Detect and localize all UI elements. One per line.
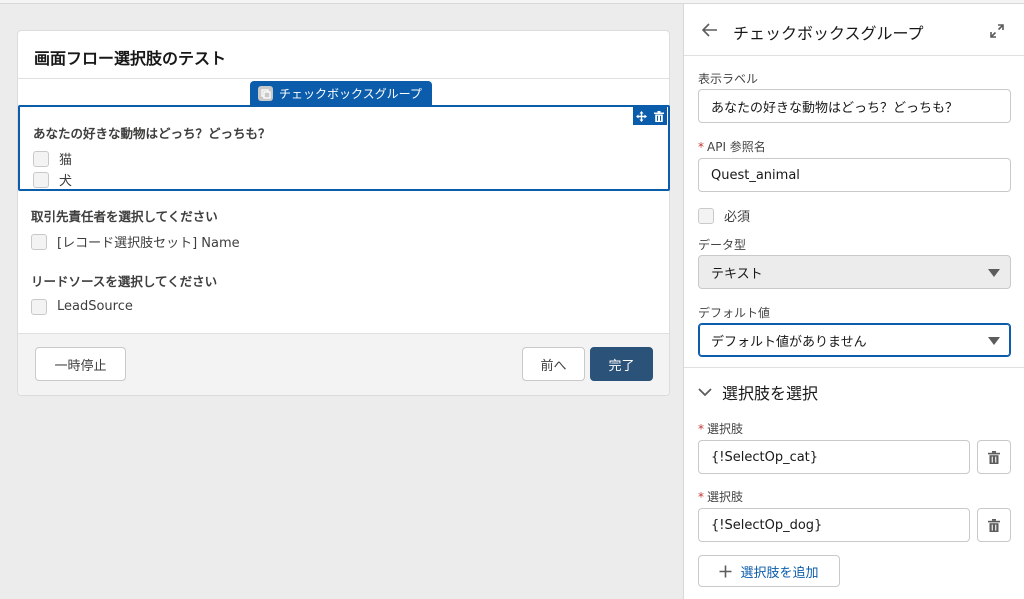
api-name-label-text: API 参照名 [707, 140, 766, 154]
selected-component-tag-label: チェックボックスグループ [279, 87, 422, 101]
add-choice-button[interactable]: 選択肢を追加 [698, 555, 840, 587]
option-dog[interactable]: 犬 [33, 169, 271, 190]
previous-button[interactable]: 前へ [522, 347, 585, 381]
animal-question: あなたの好きな動物はどっち？どっちも？ 猫 犬 [33, 123, 271, 190]
checkbox-group-icon [258, 86, 273, 101]
checkbox[interactable] [31, 298, 47, 315]
choice-2-input[interactable]: {!SelectOp_dog} [698, 508, 970, 542]
required-star: * [698, 490, 704, 504]
delete-choice-1-button[interactable] [977, 440, 1011, 474]
expand-icon[interactable] [990, 23, 1004, 42]
component-actions [633, 107, 667, 125]
plus-icon [719, 565, 732, 577]
move-icon[interactable] [636, 107, 648, 126]
lead-source-question: リードソースを選択してください LeadSource [31, 271, 217, 317]
trash-icon [988, 518, 1000, 532]
checkbox[interactable] [33, 150, 49, 167]
default-value-label: デフォルト値 [698, 306, 771, 320]
panel-header: チェックボックスグループ [684, 4, 1024, 56]
contact-question-label: 取引先責任者を選択してください [31, 209, 218, 224]
option-lead-source[interactable]: LeadSource [31, 296, 217, 317]
caret-down-icon [988, 269, 1000, 277]
display-label-input[interactable]: あなたの好きな動物はどっち？どっちも？ [698, 89, 1011, 123]
finish-button[interactable]: 完了 [590, 347, 653, 381]
trash-icon[interactable] [653, 107, 664, 126]
delete-choice-2-button[interactable] [977, 508, 1011, 542]
trash-icon [988, 450, 1000, 464]
required-row[interactable]: 必須 [698, 206, 750, 225]
option-cat[interactable]: 猫 [33, 148, 271, 169]
default-value-select[interactable]: デフォルト値がありません [698, 323, 1011, 357]
data-type-label: データ型 [698, 238, 747, 252]
screen-card: 画面フロー選択肢のテスト チェックボックスグループ あなたの好きな動物はどっち？… [17, 30, 670, 396]
display-label-value: あなたの好きな動物はどっち？どっちも？ [711, 100, 959, 116]
header-divider [18, 78, 669, 79]
api-name-input[interactable]: Quest_animal [698, 158, 1011, 192]
flow-canvas: 画面フロー選択肢のテスト チェックボックスグループ あなたの好きな動物はどっち？… [0, 4, 683, 599]
choice-1-label: * 選択肢 [698, 420, 743, 437]
selected-component-tag[interactable]: チェックボックスグループ [250, 81, 432, 106]
required-star: * [698, 422, 704, 436]
checkbox[interactable] [31, 233, 47, 250]
chevron-down-icon [698, 387, 712, 396]
back-arrow-icon[interactable] [701, 22, 718, 41]
option-label: LeadSource [57, 299, 133, 314]
choice-label-text: 選択肢 [707, 422, 744, 436]
choice-1-input[interactable]: {!SelectOp_cat} [698, 440, 970, 474]
animal-question-label: あなたの好きな動物はどっち？どっちも？ [33, 126, 271, 141]
checkbox[interactable] [33, 171, 49, 188]
default-value-value: デフォルト値がありません [711, 334, 867, 350]
contact-question: 取引先責任者を選択してください [レコード選択肢セット] Name [31, 206, 240, 252]
data-type-select[interactable]: テキスト [698, 255, 1011, 289]
screen-title: 画面フロー選択肢のテスト [34, 49, 227, 68]
property-panel: チェックボックスグループ 表示ラベル あなたの好きな動物はどっち？どっちも？ *… [683, 4, 1024, 599]
choice-label-text: 選択肢 [707, 490, 744, 504]
api-name-value: Quest_animal [711, 167, 800, 183]
caret-down-icon [988, 337, 1000, 345]
choices-section-toggle[interactable]: 選択肢を選択 [698, 380, 818, 404]
pause-button[interactable]: 一時停止 [35, 347, 126, 381]
data-type-value: テキスト [711, 266, 763, 282]
option-label: [レコード選択肢セット] Name [57, 236, 240, 251]
api-name-label: * API 参照名 [698, 138, 766, 155]
display-label-label: 表示ラベル [698, 72, 759, 86]
choice-2-value: {!SelectOp_dog} [711, 517, 823, 533]
choice-1-value: {!SelectOp_cat} [711, 449, 819, 465]
lead-source-question-label: リードソースを選択してください [31, 274, 218, 289]
option-contact-name[interactable]: [レコード選択肢セット] Name [31, 231, 240, 252]
required-label: 必須 [724, 210, 751, 225]
add-choice-label: 選択肢を追加 [740, 565, 819, 581]
required-star: * [698, 140, 704, 154]
required-checkbox[interactable] [698, 207, 714, 224]
option-label: 犬 [59, 174, 73, 189]
section-divider [684, 367, 1024, 368]
panel-title: チェックボックスグループ [733, 24, 924, 43]
option-label: 猫 [59, 153, 73, 168]
choice-2-label: * 選択肢 [698, 488, 743, 505]
checkbox-group-component[interactable]: あなたの好きな動物はどっち？どっちも？ 猫 犬 [18, 105, 670, 191]
choices-section-title: 選択肢を選択 [722, 384, 819, 403]
screen-footer: 一時停止 前へ 完了 [18, 333, 669, 395]
